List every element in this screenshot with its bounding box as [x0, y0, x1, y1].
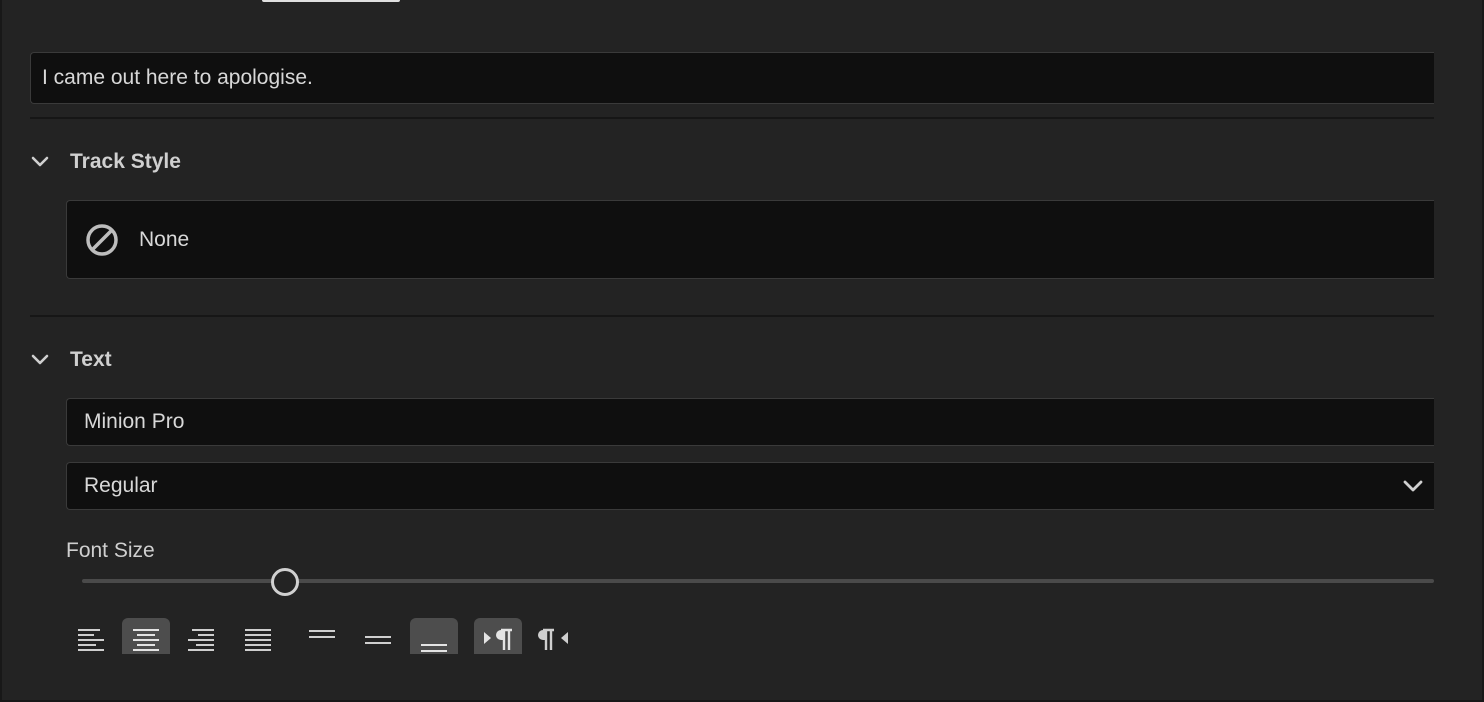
align-top-icon	[309, 630, 335, 638]
font-family-field[interactable]: Minion Pro	[66, 398, 1434, 446]
left-to-right-button[interactable]	[474, 618, 522, 654]
track-style-select[interactable]: None	[66, 200, 1434, 279]
rtl-paragraph-icon	[538, 628, 568, 650]
align-center-icon	[133, 629, 159, 651]
font-style-dropdown[interactable]: Regular	[66, 462, 1434, 510]
text-section-title: Text	[70, 348, 112, 371]
divider	[30, 315, 1434, 317]
font-style-value: Regular	[84, 474, 158, 497]
chevron-down-icon	[31, 354, 49, 365]
ltr-paragraph-icon	[484, 628, 512, 650]
align-right-icon	[188, 629, 214, 651]
align-bottom-button[interactable]	[410, 618, 458, 654]
none-circle-slash-icon	[86, 223, 118, 256]
align-center-button[interactable]	[122, 618, 170, 654]
chevron-down-icon	[31, 156, 49, 167]
track-style-title: Track Style	[70, 150, 181, 173]
text-section-header[interactable]: Text	[30, 345, 112, 375]
top-tab-indicator[interactable]	[262, 0, 400, 2]
divider	[30, 117, 1434, 119]
chevron-down-icon	[1403, 480, 1423, 492]
font-size-label: Font Size	[66, 539, 155, 562]
align-left-icon	[78, 629, 104, 651]
caption-text-input[interactable]: I came out here to apologise.	[30, 52, 1434, 104]
align-left-button[interactable]	[66, 618, 114, 654]
align-middle-icon	[365, 636, 391, 644]
justify-button[interactable]	[234, 618, 282, 654]
align-top-button[interactable]	[298, 618, 346, 654]
align-bottom-icon	[421, 644, 447, 652]
align-right-button[interactable]	[178, 618, 226, 654]
captions-panel: I came out here to apologise. Track Styl…	[0, 0, 1484, 702]
track-style-section-header[interactable]: Track Style	[30, 147, 181, 177]
font-size-slider-thumb[interactable]	[270, 568, 299, 596]
align-middle-button[interactable]	[354, 618, 402, 654]
track-style-value: None	[139, 227, 190, 251]
justify-icon	[245, 629, 271, 651]
right-to-left-button[interactable]	[530, 618, 578, 654]
